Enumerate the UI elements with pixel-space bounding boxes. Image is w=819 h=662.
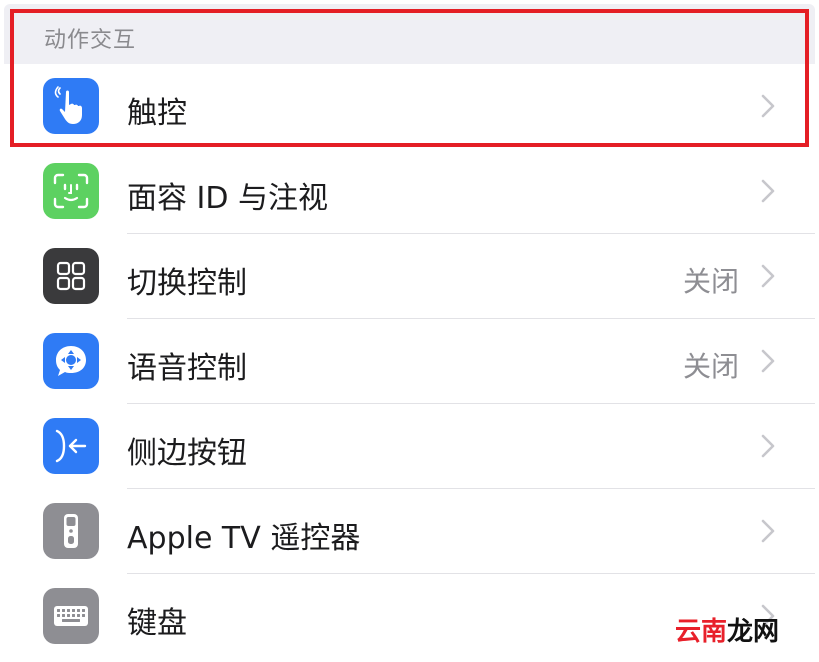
row-touch[interactable]: 触控 <box>4 64 815 149</box>
row-apple-tv-remote[interactable]: Apple TV 遥控器 <box>4 489 815 574</box>
section-title: 动作交互 <box>44 28 137 53</box>
row-face-id[interactable]: 面容 ID 与注视 <box>4 149 815 234</box>
row-label: 键盘 <box>127 606 187 641</box>
settings-screen: 动作交互 触控 面容 ID 与注视 切换控制 关闭 语音控制 关闭 侧边按钮 A… <box>4 4 815 658</box>
row-label: 侧边按钮 <box>127 436 247 471</box>
chevron-right-icon <box>761 519 775 543</box>
row-label: 切换控制 <box>127 266 247 301</box>
apple-tv-remote-icon <box>43 503 99 559</box>
chevron-right-icon <box>761 264 775 288</box>
face-id-icon <box>43 163 99 219</box>
keyboard-icon <box>43 588 99 644</box>
row-label: 面容 ID 与注视 <box>127 181 329 216</box>
row-label: 语音控制 <box>127 351 247 386</box>
side-button-icon <box>43 418 99 474</box>
row-switch-control[interactable]: 切换控制 关闭 <box>4 234 815 319</box>
chevron-right-icon <box>761 349 775 373</box>
touch-hand-icon <box>43 78 99 134</box>
watermark-part2: 龙网 <box>726 617 779 647</box>
chevron-right-icon <box>761 434 775 458</box>
row-value: 关闭 <box>682 350 739 383</box>
watermark: 云南龙网 <box>675 611 779 648</box>
row-label: Apple TV 遥控器 <box>127 521 361 556</box>
watermark-part1: 云南 <box>674 617 727 647</box>
chevron-right-icon <box>761 179 775 203</box>
voice-control-icon <box>43 333 99 389</box>
switch-control-icon <box>43 248 99 304</box>
row-side-button[interactable]: 侧边按钮 <box>4 404 815 489</box>
row-label: 触控 <box>127 96 187 131</box>
chevron-right-icon <box>761 94 775 118</box>
section-header: 动作交互 <box>4 4 815 64</box>
row-value: 关闭 <box>682 265 739 298</box>
row-voice-control[interactable]: 语音控制 关闭 <box>4 319 815 404</box>
